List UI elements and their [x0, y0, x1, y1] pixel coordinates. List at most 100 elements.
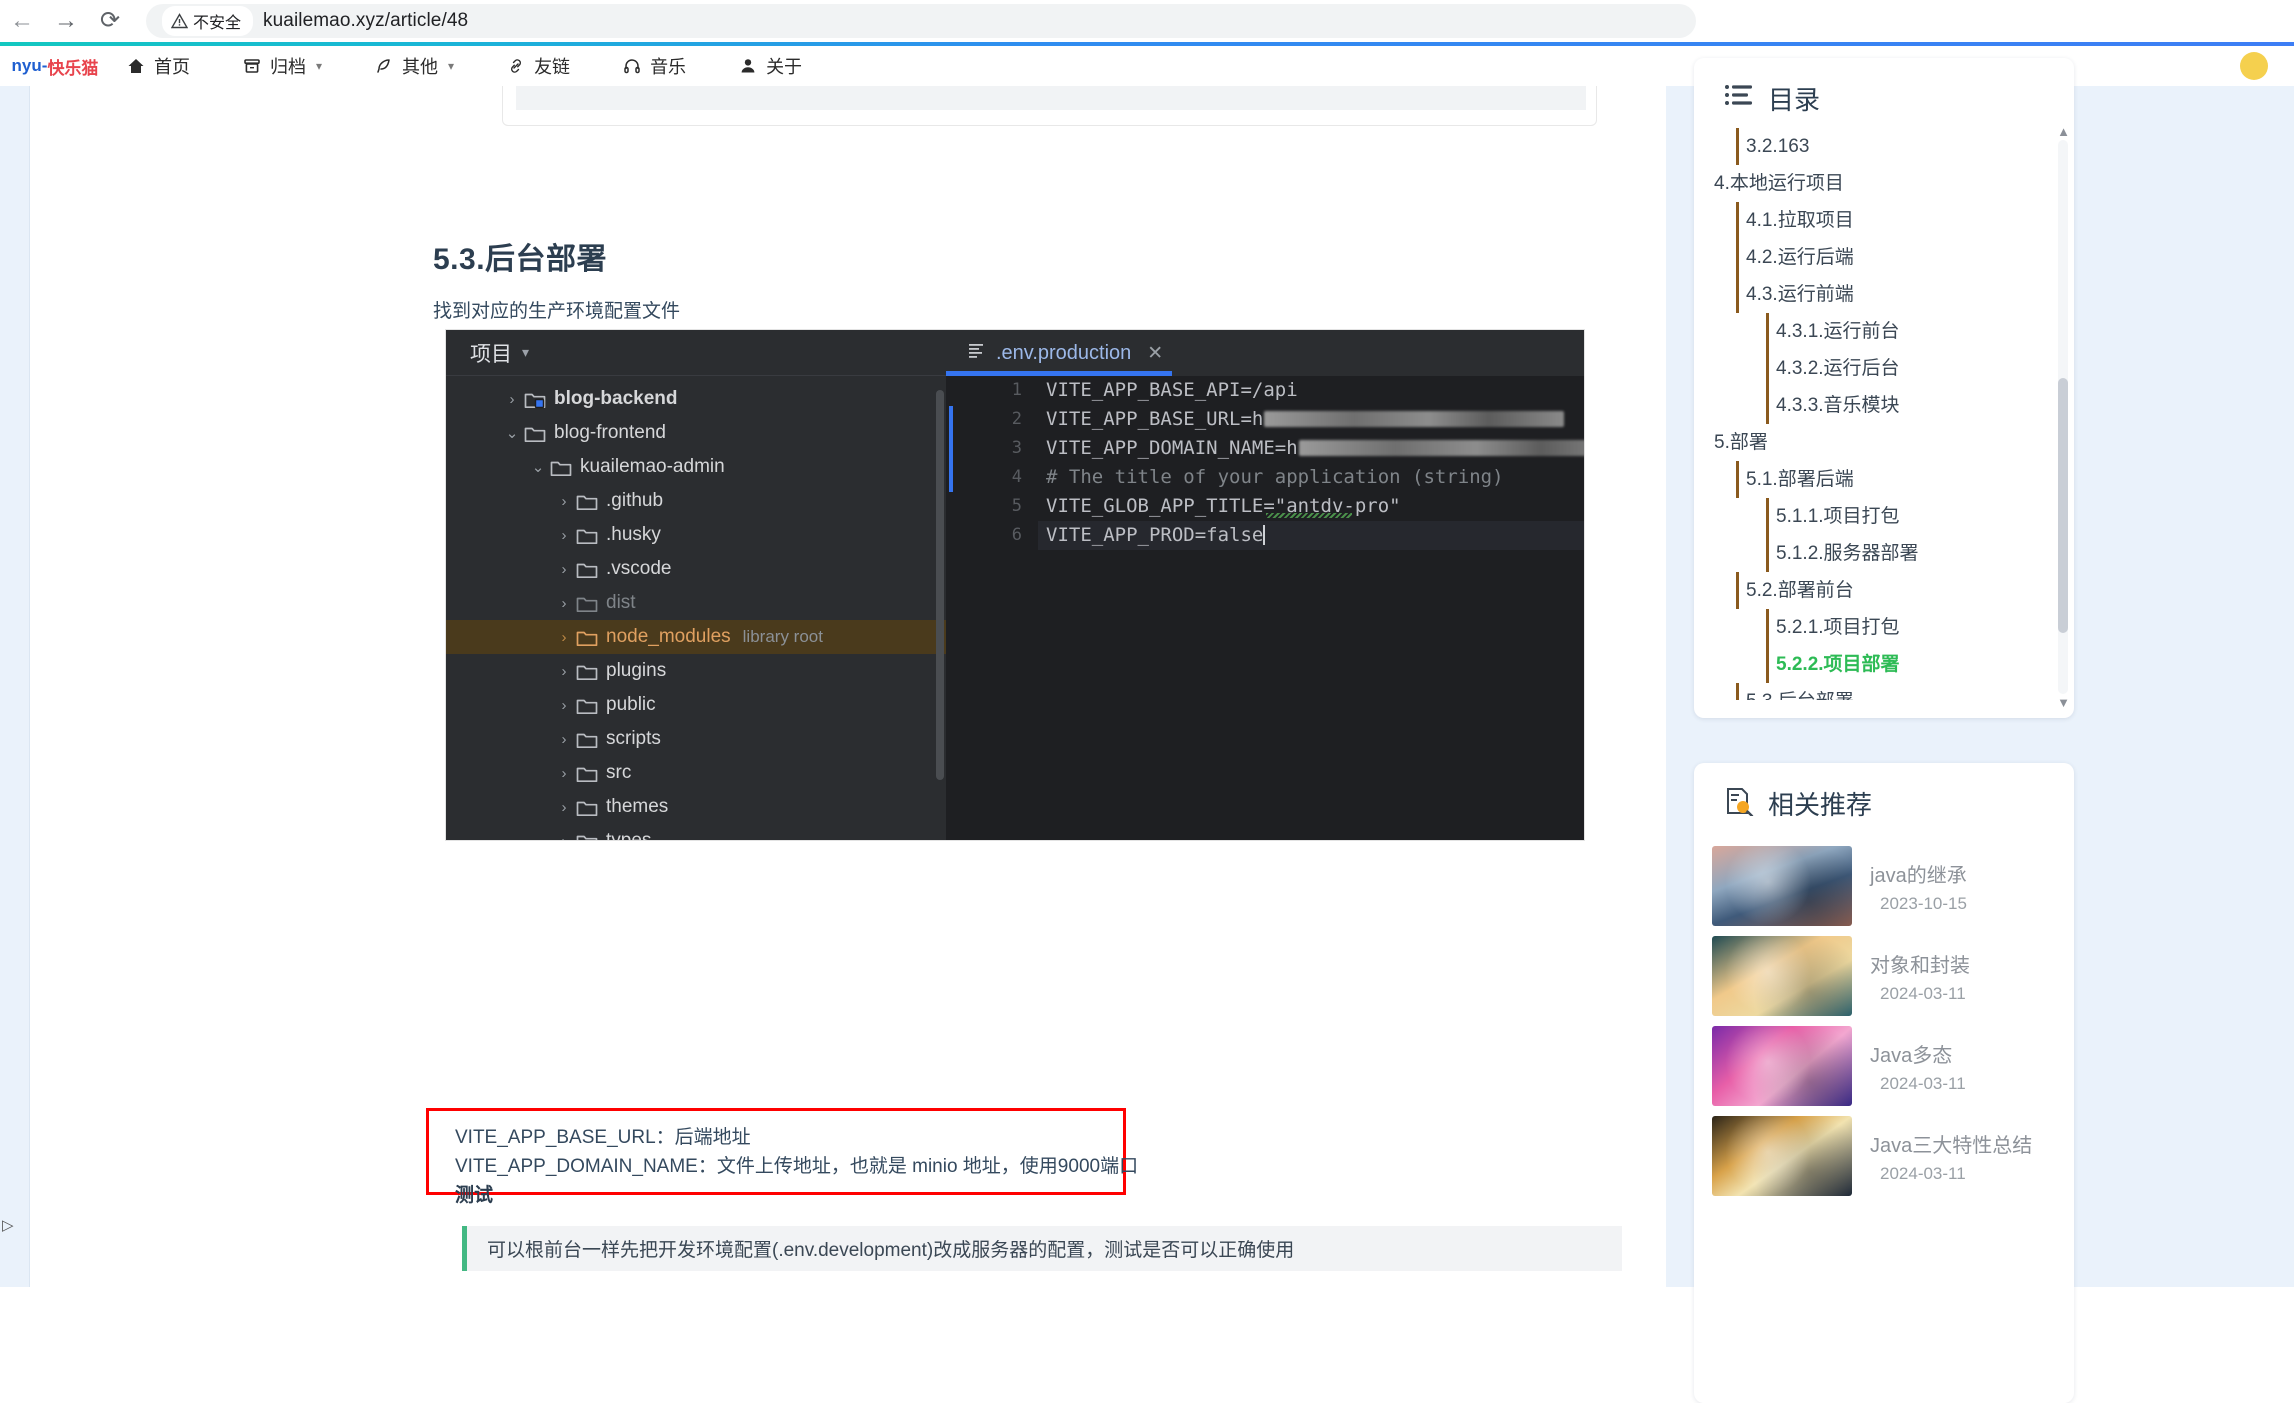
- project-file-tree[interactable]: ›blog-backend⌄blog-frontend⌄kuailemao-ad…: [446, 377, 946, 841]
- folder-icon: [574, 764, 600, 783]
- code-line[interactable]: VITE_GLOB_APP_TITLE="antdv-pro": [1038, 492, 1584, 521]
- nav-item-archive[interactable]: 归档 ▾: [216, 46, 348, 86]
- toc-list[interactable]: 3.2.1634.本地运行项目4.1.拉取项目4.2.运行后端4.3.运行前端4…: [1694, 128, 2060, 700]
- toc-item[interactable]: 5.2.1.项目打包: [1704, 609, 2060, 646]
- headphones-icon: [622, 56, 642, 76]
- tab-env-production[interactable]: .env.production ✕: [946, 330, 1179, 376]
- chevron-right-icon[interactable]: ›: [554, 629, 574, 646]
- chevron-right-icon[interactable]: ›: [554, 527, 574, 544]
- chevron-right-icon[interactable]: ›: [554, 731, 574, 748]
- security-label: 不安全: [193, 9, 241, 33]
- chevron-right-icon[interactable]: ›: [554, 765, 574, 782]
- rail-marker: ▷: [2, 1216, 14, 1234]
- code-lines[interactable]: VITE_APP_BASE_API=/apiVITE_APP_BASE_URL=…: [1038, 376, 1584, 841]
- toc-item[interactable]: 4.3.运行前端: [1704, 276, 2060, 313]
- tree-row[interactable]: ›.github: [446, 484, 946, 518]
- code-line[interactable]: VITE_APP_BASE_URL=h: [1038, 405, 1584, 434]
- editor-tabbar: .env.production ✕: [946, 330, 1584, 376]
- chevron-right-icon[interactable]: ›: [554, 697, 574, 714]
- chevron-right-icon[interactable]: ›: [502, 391, 522, 408]
- code-line[interactable]: # The title of your application (string): [1038, 463, 1584, 492]
- chevron-right-icon[interactable]: ›: [554, 663, 574, 680]
- chevron-down-icon[interactable]: ▾: [522, 344, 529, 361]
- code-editor[interactable]: 123456 VITE_APP_BASE_API=/apiVITE_APP_BA…: [946, 376, 1584, 841]
- nav-item-about[interactable]: 关于: [712, 46, 828, 86]
- tree-row[interactable]: ›types: [446, 824, 946, 841]
- tree-row[interactable]: ⌄blog-frontend: [446, 416, 946, 450]
- chevron-right-icon[interactable]: ›: [554, 833, 574, 842]
- vcs-change-marker: [949, 406, 953, 492]
- recommendation-item[interactable]: java的继承2023-10-15: [1712, 841, 2064, 931]
- toc-item[interactable]: 3.2.163: [1704, 128, 2060, 165]
- toc-item[interactable]: 4.3.2.运行后台: [1704, 350, 2060, 387]
- toc-item[interactable]: 5.2.2.项目部署: [1704, 646, 2060, 683]
- code-line[interactable]: VITE_APP_BASE_API=/api: [1038, 376, 1584, 405]
- toc-item-label: 5.3.后台部署: [1746, 691, 1854, 700]
- toc-item[interactable]: 5.部署: [1704, 424, 2060, 461]
- security-status-chip[interactable]: 不安全: [162, 6, 253, 36]
- toc-item[interactable]: 5.1.部署后端: [1704, 461, 2060, 498]
- project-panel-header[interactable]: 项目 ▾: [446, 330, 946, 376]
- nav-item-friendlinks[interactable]: 友链: [480, 46, 596, 86]
- toc-item[interactable]: 4.1.拉取项目: [1704, 202, 2060, 239]
- line-number: 5: [946, 492, 1038, 521]
- chevron-down-icon[interactable]: ⌄: [528, 458, 548, 476]
- tree-row-sublabel: library root: [743, 627, 823, 647]
- toc-item[interactable]: 5.1.2.服务器部署: [1704, 535, 2060, 572]
- back-icon[interactable]: ←: [0, 0, 44, 42]
- triangle-down-icon[interactable]: ▼: [2057, 695, 2070, 710]
- toc-item[interactable]: 5.3.后台部署: [1704, 683, 2060, 700]
- file-lines-icon: [966, 340, 986, 366]
- recommendations-list[interactable]: java的继承2023-10-15 对象和封装2024-03-11Java多态20…: [1712, 841, 2064, 1403]
- nav-item-other[interactable]: 其他 ▾: [348, 46, 480, 86]
- tree-row[interactable]: ›.husky: [446, 518, 946, 552]
- tree-row-label: node_modules: [606, 626, 731, 648]
- tree-row[interactable]: ›themes: [446, 790, 946, 824]
- tree-row[interactable]: ›dist: [446, 586, 946, 620]
- nav-item-music[interactable]: 音乐: [596, 46, 712, 86]
- toc-scrollbar-thumb[interactable]: [2058, 378, 2068, 633]
- folder-icon: [574, 662, 600, 681]
- toc-item[interactable]: 5.1.1.项目打包: [1704, 498, 2060, 535]
- chevron-right-icon[interactable]: ›: [554, 493, 574, 510]
- module-folder-icon: [522, 390, 548, 409]
- toc-item-label: 3.2.163: [1746, 136, 1809, 157]
- tree-row[interactable]: › scripts: [446, 722, 946, 756]
- tree-row[interactable]: ›src: [446, 756, 946, 790]
- recommendation-item[interactable]: 对象和封装2024-03-11: [1712, 931, 2064, 1021]
- recommendation-meta: java的继承2023-10-15: [1870, 859, 1967, 914]
- chevron-right-icon[interactable]: ›: [554, 595, 574, 612]
- toc-item[interactable]: 5.2.部署前台: [1704, 572, 2060, 609]
- reload-icon[interactable]: ⟳: [88, 0, 132, 42]
- tree-row[interactable]: ›.vscode: [446, 552, 946, 586]
- nav-item-home[interactable]: 首页: [100, 46, 216, 86]
- tree-row[interactable]: › node_modules library root: [446, 620, 946, 654]
- chevron-right-icon[interactable]: ›: [554, 561, 574, 578]
- line-number: 6: [946, 521, 1038, 550]
- toc-item-label: 5.1.2.服务器部署: [1776, 543, 1919, 564]
- code-line[interactable]: VITE_APP_PROD=false: [1038, 521, 1584, 550]
- site-brand[interactable]: nyu-快乐猫: [0, 46, 110, 86]
- recommendation-item[interactable]: Java三大特性总结2024-03-11: [1712, 1111, 2064, 1201]
- code-line[interactable]: VITE_APP_DOMAIN_NAME=h: [1038, 434, 1584, 463]
- chevron-down-icon[interactable]: ⌄: [502, 424, 522, 442]
- tree-row[interactable]: ⌄kuailemao-admin: [446, 450, 946, 484]
- tree-row[interactable]: ›blog-backend: [446, 382, 946, 416]
- tree-row[interactable]: ›plugins: [446, 654, 946, 688]
- toc-item[interactable]: 4.3.3.音乐模块: [1704, 387, 2060, 424]
- recommendation-item[interactable]: Java多态2024-03-11: [1712, 1021, 2064, 1111]
- toc-item[interactable]: 4.3.1.运行前台: [1704, 313, 2060, 350]
- address-bar[interactable]: 不安全 kuailemao.xyz/article/48: [146, 4, 1696, 38]
- tree-row-label: public: [606, 694, 656, 716]
- doc-search-icon: [1724, 786, 1754, 821]
- toc-item[interactable]: 4.2.运行后端: [1704, 239, 2060, 276]
- chevron-right-icon[interactable]: ›: [554, 799, 574, 816]
- tree-scrollbar[interactable]: [936, 390, 944, 780]
- tree-row-label: scripts: [606, 728, 661, 750]
- toc-item[interactable]: 4.本地运行项目: [1704, 165, 2060, 202]
- tree-row[interactable]: › public: [446, 688, 946, 722]
- arrow-right-icon[interactable]: →: [44, 0, 88, 42]
- nav-label: 首页: [154, 53, 190, 79]
- close-icon[interactable]: ✕: [1147, 342, 1163, 365]
- theme-toggle-button[interactable]: [2240, 52, 2268, 80]
